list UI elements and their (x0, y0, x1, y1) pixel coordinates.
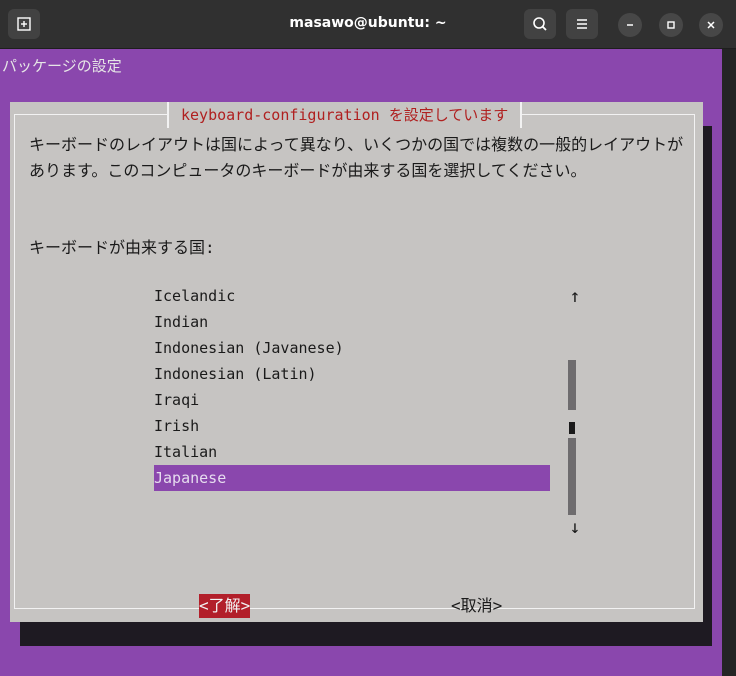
terminal-area[interactable]: パッケージの設定 keyboard-configuration を設定しています… (0, 49, 722, 676)
list-item[interactable]: Icelandic (154, 283, 550, 309)
minimize-button[interactable] (618, 13, 642, 37)
list-item[interactable]: Indonesian (Latin) (154, 361, 550, 387)
dialog-title: keyboard-configuration を設定しています (167, 102, 523, 128)
scrollbar-thumb[interactable] (569, 422, 575, 434)
scrollbar-track[interactable] (568, 360, 576, 410)
list-item[interactable]: Iraqi (154, 387, 550, 413)
dialog-box: keyboard-configuration を設定しています キーボードのレイ… (10, 102, 703, 622)
dialog-prompt: キーボードが由来する国: (29, 238, 215, 257)
list-item[interactable]: Indonesian (Javanese) (154, 335, 550, 361)
minimize-icon (627, 24, 633, 26)
country-list[interactable]: Icelandic Indian Indonesian (Javanese) I… (154, 283, 550, 491)
ok-button[interactable]: <了解> (199, 594, 251, 618)
maximize-button[interactable] (659, 13, 683, 37)
scroll-down-arrow-icon[interactable]: ↓ (568, 517, 582, 538)
search-button[interactable] (524, 9, 556, 39)
window-edge (722, 49, 736, 676)
close-icon (707, 21, 715, 29)
hamburger-menu-icon (577, 19, 587, 29)
scrollbar-track[interactable] (568, 438, 576, 515)
cancel-button[interactable]: <取消> (451, 594, 502, 618)
dialog-description: キーボードのレイアウトは国によって異なり、いくつかの国では複数の一般的レイアウト… (29, 135, 684, 180)
list-item-selected[interactable]: Japanese (154, 465, 550, 491)
list-item[interactable]: Irish (154, 413, 550, 439)
list-item[interactable]: Indian (154, 309, 550, 335)
scroll-up-arrow-icon[interactable]: ↑ (568, 286, 582, 307)
list-item[interactable]: Italian (154, 439, 550, 465)
window-titlebar: masawo@ubuntu: ~ (0, 0, 736, 49)
backtitle: パッケージの設定 (2, 57, 122, 75)
menu-button[interactable] (566, 9, 598, 39)
maximize-icon (667, 21, 675, 29)
search-icon (533, 17, 547, 31)
close-button[interactable] (699, 13, 723, 37)
